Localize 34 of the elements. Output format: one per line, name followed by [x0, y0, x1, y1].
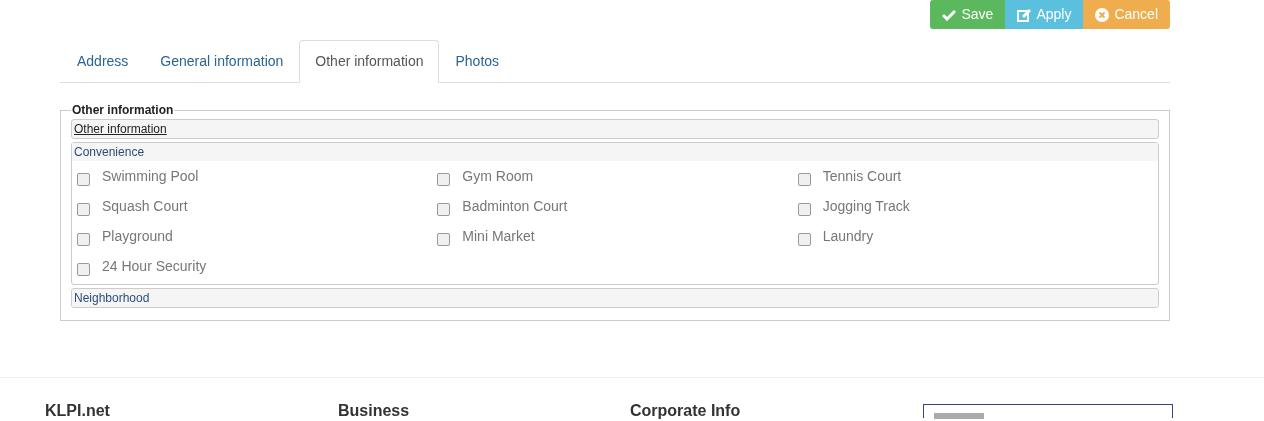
checkbox[interactable]: [797, 202, 811, 216]
footer-heading: Business: [338, 402, 411, 420]
checkbox-label: Swimming Pool: [102, 166, 199, 186]
checkbox-label: Badminton Court: [462, 196, 568, 216]
footer-heading: Corporate Info: [630, 402, 742, 420]
fieldset-legend: Other information: [71, 101, 175, 119]
tab[interactable]: Photos: [439, 40, 516, 82]
checkbox[interactable]: [77, 202, 90, 216]
checkbox-label: 24 Hour Security: [102, 256, 207, 276]
checkbox-label: Mini Market: [462, 226, 535, 246]
edit-icon: [1017, 7, 1032, 22]
checkbox[interactable]: [77, 232, 90, 246]
checkbox-label: Squash Court: [102, 196, 188, 216]
checkbox-label: Playground: [102, 226, 173, 246]
section-header[interactable]: Neighborhood: [72, 289, 1158, 307]
checkbox-label: Tennis Court: [822, 166, 902, 186]
checkbox[interactable]: [797, 232, 811, 246]
checkbox-label: Gym Room: [462, 166, 534, 186]
close-icon: [1095, 7, 1110, 22]
checkbox[interactable]: [77, 172, 90, 186]
tab[interactable]: Other information: [299, 40, 440, 83]
checkbox[interactable]: [437, 202, 451, 216]
checkbox-label: Laundry: [822, 226, 874, 246]
tab[interactable]: General information: [144, 40, 300, 82]
footer-heading: KLPI.net: [45, 402, 111, 420]
checkbox[interactable]: [437, 172, 451, 186]
tab[interactable]: Address: [61, 40, 145, 82]
section-header[interactable]: Convenience: [72, 143, 1158, 161]
panel-link[interactable]: Other information: [74, 122, 167, 136]
checkbox[interactable]: [77, 262, 90, 276]
checkbox-label: Jogging Track: [822, 196, 910, 216]
checkbox[interactable]: [437, 232, 451, 246]
check-icon: [942, 8, 957, 21]
checkbox[interactable]: [797, 172, 811, 186]
